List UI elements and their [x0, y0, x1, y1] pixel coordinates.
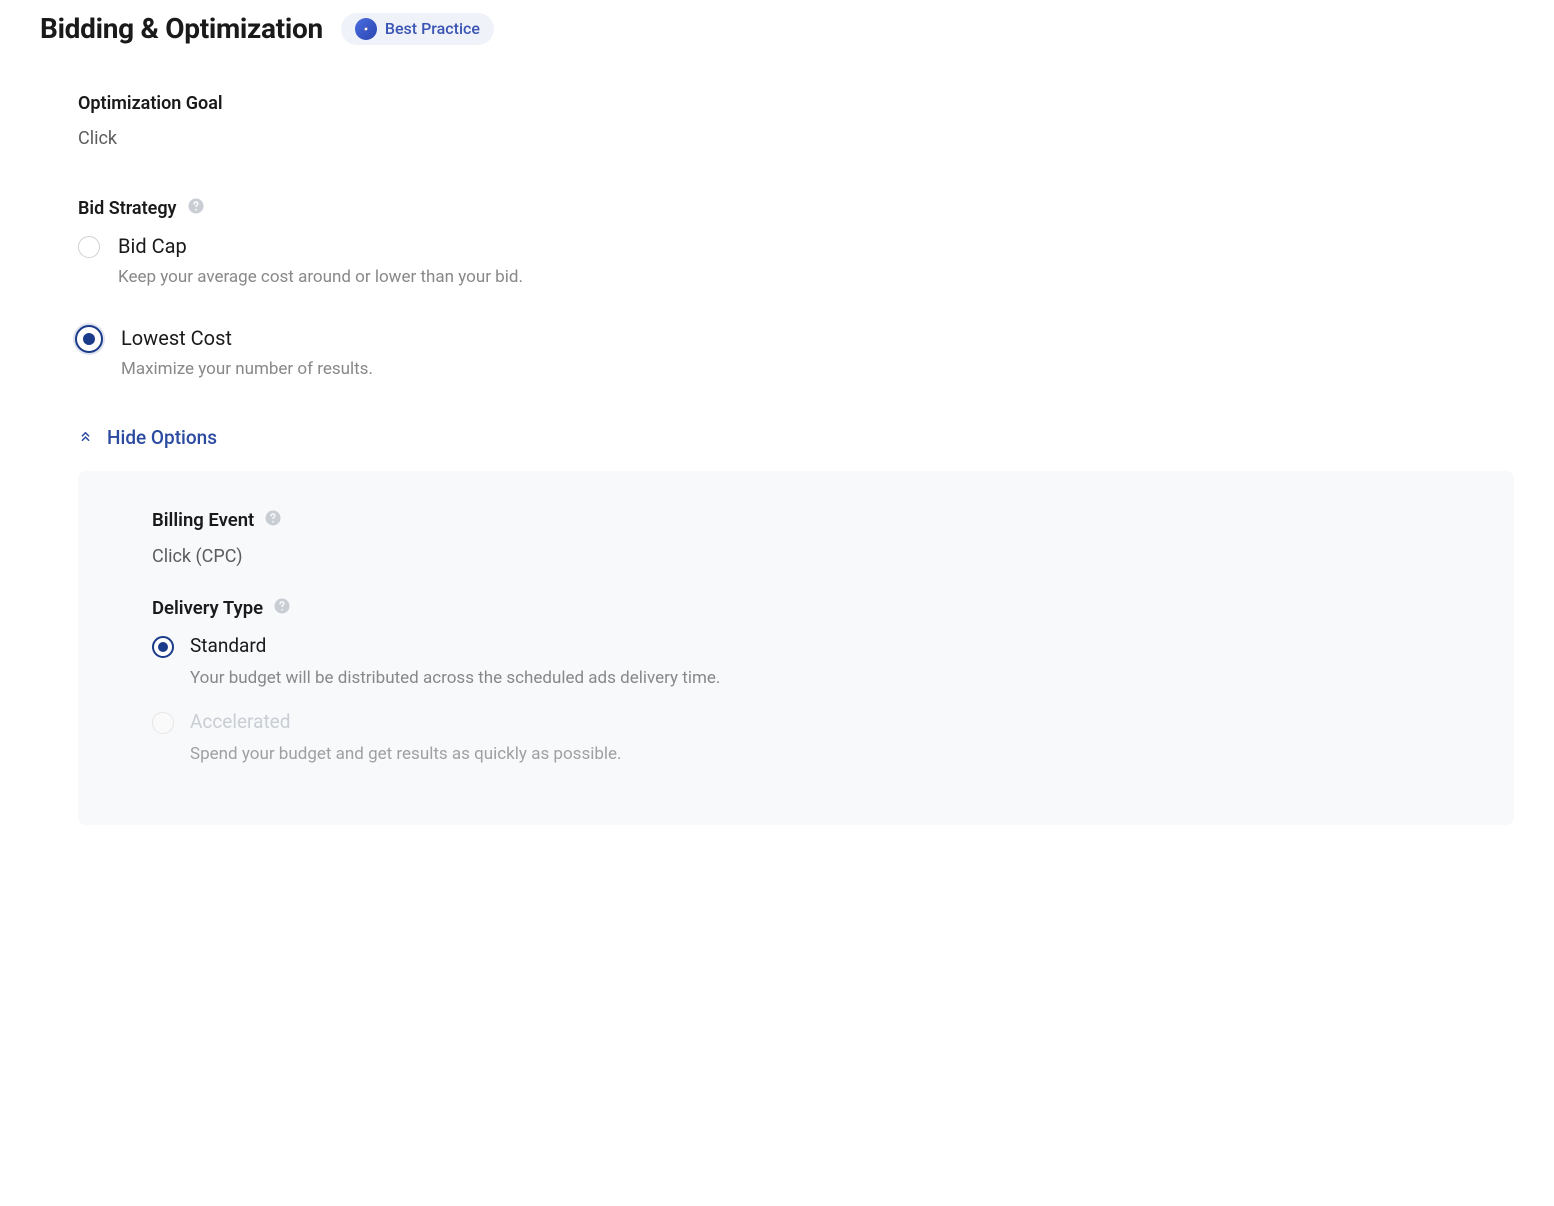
help-icon[interactable] [273, 597, 291, 620]
radio-icon [78, 236, 100, 258]
accelerated-desc: Spend your budget and get results as qui… [190, 743, 622, 767]
delivery-accelerated-option: Accelerated Spend your budget and get re… [152, 710, 1440, 767]
lowest-cost-option[interactable]: Lowest Cost Maximize your number of resu… [78, 326, 1514, 382]
compass-icon [355, 18, 377, 40]
page-header: Bidding & Optimization Best Practice [40, 12, 1514, 45]
radio-selected-icon [75, 325, 103, 353]
bid-cap-desc: Keep your average cost around or lower t… [118, 266, 1514, 290]
billing-event-value: Click (CPC) [152, 546, 1440, 567]
standard-title: Standard [190, 634, 720, 657]
options-panel: Billing Event Click (CPC) Delivery Type [78, 471, 1514, 826]
radio-selected-icon [152, 636, 174, 658]
page-title: Bidding & Optimization [40, 12, 323, 45]
bid-cap-option[interactable]: Bid Cap Keep your average cost around or… [78, 234, 1514, 290]
billing-event-label: Billing Event [152, 509, 1440, 532]
lowest-cost-title: Lowest Cost [121, 326, 1514, 350]
help-icon[interactable] [264, 509, 282, 532]
standard-desc: Your budget will be distributed across t… [190, 667, 720, 691]
accelerated-title: Accelerated [190, 710, 622, 733]
hide-options-label: Hide Options [107, 426, 217, 449]
chevron-double-up-icon [78, 426, 93, 449]
optimization-goal-value: Click [78, 128, 1514, 149]
bid-strategy-radio-group: Bid Cap Keep your average cost around or… [78, 234, 1514, 382]
radio-disabled-icon [152, 712, 174, 734]
best-practice-badge[interactable]: Best Practice [341, 13, 494, 45]
lowest-cost-desc: Maximize your number of results. [121, 358, 1514, 382]
badge-label: Best Practice [385, 19, 480, 38]
delivery-standard-option[interactable]: Standard Your budget will be distributed… [152, 634, 1440, 691]
bid-cap-title: Bid Cap [118, 234, 1514, 258]
delivery-type-label: Delivery Type [152, 597, 1440, 620]
bid-strategy-label: Bid Strategy [78, 197, 1514, 220]
optimization-goal-label: Optimization Goal [78, 93, 1514, 114]
hide-options-toggle[interactable]: Hide Options [78, 426, 1514, 449]
help-icon[interactable] [187, 197, 205, 220]
